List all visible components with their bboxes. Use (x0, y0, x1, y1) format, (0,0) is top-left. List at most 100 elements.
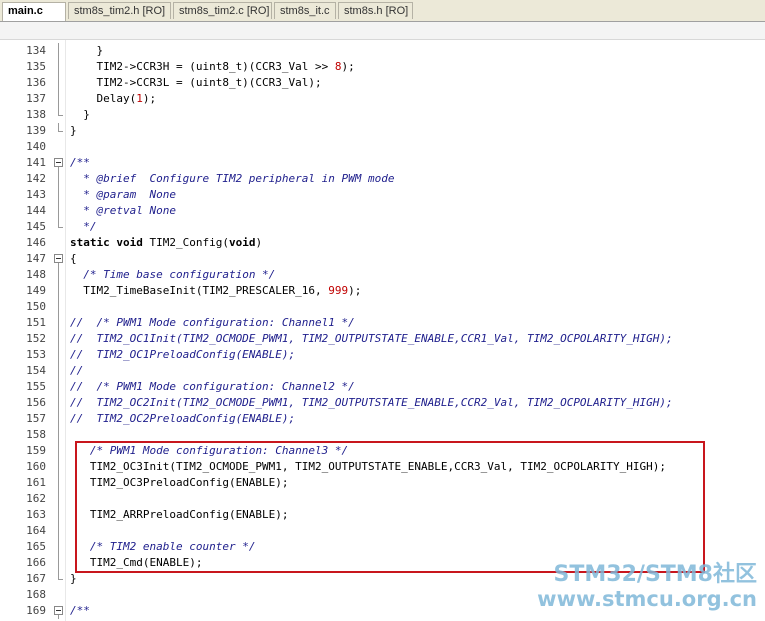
line-number: 136 (26, 76, 46, 89)
code-line[interactable]: 135 TIM2->CCR3H = (uint8_t)(CCR3_Val >> … (0, 59, 765, 75)
highlight-annotation-box (75, 441, 705, 573)
code-line[interactable]: 157 // TIM2_OC2PreloadConfig(ENABLE); (0, 411, 765, 427)
fold-guide-line (53, 187, 64, 203)
code-line[interactable]: 134 } (0, 43, 765, 59)
editor-ruler (0, 22, 765, 40)
code-text[interactable]: // /* PWM1 Mode configuration: Channel2 … (70, 379, 355, 395)
line-number: 157 (26, 412, 46, 425)
tab-stm8s-it-c[interactable]: stm8s_it.c (274, 2, 336, 19)
code-text[interactable]: */ (70, 219, 96, 235)
line-number: 135 (26, 60, 46, 73)
code-text[interactable]: // (70, 363, 83, 379)
fold-toggle-icon[interactable] (53, 155, 64, 171)
code-line[interactable]: 138 } (0, 107, 765, 123)
line-number: 145 (26, 220, 46, 233)
code-text[interactable]: // TIM2_OC2Init(TIM2_OCMODE_PWM1, TIM2_O… (70, 395, 673, 411)
fold-guide-line (53, 491, 64, 507)
site-watermark: STM32/STM8社区 www.stmcu.org.cn (537, 562, 757, 611)
code-line[interactable]: 153 // TIM2_OC1PreloadConfig(ENABLE); (0, 347, 765, 363)
code-line[interactable]: 148 /* Time base configuration */ (0, 267, 765, 283)
code-line[interactable]: 142 * @brief Configure TIM2 peripheral i… (0, 171, 765, 187)
fold-guide-line (53, 283, 64, 299)
fold-guide-line (53, 43, 64, 59)
editor-tab-bar: main.c stm8s_tim2.h [RO] stm8s_tim2.c [R… (0, 0, 765, 22)
line-number: 163 (26, 508, 46, 521)
fold-guide-line (53, 91, 64, 107)
line-number: 155 (26, 380, 46, 393)
code-text[interactable]: } (70, 123, 77, 139)
line-number: 143 (26, 188, 46, 201)
code-text[interactable]: TIM2->CCR3L = (uint8_t)(CCR3_Val); (70, 75, 321, 91)
tab-stm8s-h[interactable]: stm8s.h [RO] (338, 2, 413, 19)
line-number: 169 (26, 604, 46, 617)
tab-stm8s-tim2-c[interactable]: stm8s_tim2.c [RO] (173, 2, 272, 19)
fold-guide-line (53, 459, 64, 475)
code-line[interactable]: 146 static void TIM2_Config(void) (0, 235, 765, 251)
fold-guide-line (53, 539, 64, 555)
code-line[interactable]: 155 // /* PWM1 Mode configuration: Channe… (0, 379, 765, 395)
code-line[interactable]: 144 * @retval None (0, 203, 765, 219)
tab-main-c[interactable]: main.c (2, 2, 66, 21)
code-line[interactable]: 156 // TIM2_OC2Init(TIM2_OCMODE_PWM1, TIM… (0, 395, 765, 411)
line-number: 142 (26, 172, 46, 185)
fold-guide-line (53, 299, 64, 315)
line-number: 156 (26, 396, 46, 409)
code-line[interactable]: 149 TIM2_TimeBaseInit(TIM2_PRESCALER_16,… (0, 283, 765, 299)
code-line[interactable]: 152 // TIM2_OC1Init(TIM2_OCMODE_PWM1, TIM… (0, 331, 765, 347)
tab-stm8s-tim2-h[interactable]: stm8s_tim2.h [RO] (68, 2, 171, 19)
fold-guide-line (53, 523, 64, 539)
code-text[interactable]: TIM2_TimeBaseInit(TIM2_PRESCALER_16, 999… (70, 283, 361, 299)
fold-guide-line (53, 59, 64, 75)
code-text[interactable]: TIM2->CCR3H = (uint8_t)(CCR3_Val >> 8); (70, 59, 354, 75)
code-text[interactable]: } (70, 43, 103, 59)
fold-end-marker (53, 219, 64, 235)
code-text[interactable]: * @retval None (70, 203, 176, 219)
code-text[interactable]: /* Time base configuration */ (70, 267, 275, 283)
code-text[interactable]: { (70, 251, 77, 267)
code-line[interactable]: 141 /** (0, 155, 765, 171)
code-line[interactable]: 154 // (0, 363, 765, 379)
code-line[interactable]: 147 { (0, 251, 765, 267)
fold-toggle-icon[interactable] (53, 251, 64, 267)
line-number: 151 (26, 316, 46, 329)
code-line[interactable]: 139} (0, 123, 765, 139)
code-text[interactable]: // TIM2_OC2PreloadConfig(ENABLE); (70, 411, 295, 427)
watermark-title: STM32/STM8社区 (553, 562, 757, 587)
code-text[interactable]: /** (70, 603, 90, 619)
code-text[interactable]: static void TIM2_Config(void) (70, 235, 262, 251)
fold-end-marker (53, 107, 64, 123)
code-text[interactable]: // /* PWM1 Mode configuration: Channel1 … (70, 315, 355, 331)
line-number: 138 (26, 108, 46, 121)
code-line[interactable]: 151 // /* PWM1 Mode configuration: Channe… (0, 315, 765, 331)
code-line[interactable]: 145 */ (0, 219, 765, 235)
fold-guide-line (53, 411, 64, 427)
line-number: 161 (26, 476, 46, 489)
line-number: 158 (26, 428, 46, 441)
line-number: 168 (26, 588, 46, 601)
code-text[interactable]: /** (70, 155, 90, 171)
code-text[interactable]: * @param None (70, 187, 176, 203)
code-line[interactable]: 136 TIM2->CCR3L = (uint8_t)(CCR3_Val); (0, 75, 765, 91)
line-number: 152 (26, 332, 46, 345)
line-number: 137 (26, 92, 46, 105)
code-text[interactable]: // TIM2_OC1PreloadConfig(ENABLE); (70, 347, 295, 363)
code-line[interactable]: 143 * @param None (0, 187, 765, 203)
code-line[interactable]: 137 Delay(1); (0, 91, 765, 107)
code-text[interactable]: } (70, 571, 77, 587)
code-text[interactable]: Delay(1); (70, 91, 156, 107)
fold-guide-line (53, 475, 64, 491)
code-line[interactable]: 150 (0, 299, 765, 315)
fold-empty (53, 235, 64, 251)
line-number: 149 (26, 284, 46, 297)
line-number: 150 (26, 300, 46, 313)
code-line[interactable]: 140 (0, 139, 765, 155)
code-text[interactable]: // TIM2_OC1Init(TIM2_OCMODE_PWM1, TIM2_O… (70, 331, 673, 347)
code-text[interactable]: * @brief Configure TIM2 peripheral in PW… (70, 171, 394, 187)
fold-toggle-icon[interactable] (53, 603, 64, 619)
fold-guide-line (53, 75, 64, 91)
line-number: 148 (26, 268, 46, 281)
line-number: 154 (26, 364, 46, 377)
line-number: 141 (26, 156, 46, 169)
code-text[interactable]: } (70, 107, 90, 123)
line-number: 166 (26, 556, 46, 569)
